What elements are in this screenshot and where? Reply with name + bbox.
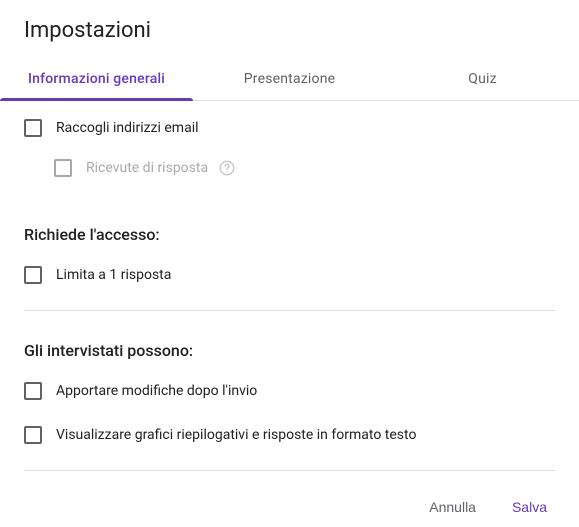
row-response-receipts: Ricevute di risposta <box>24 145 555 195</box>
footer: Annulla Salva <box>0 471 579 521</box>
row-collect-email: Raccogli indirizzi email <box>24 101 555 145</box>
checkbox-response-receipts <box>54 159 72 177</box>
label-response-receipts: Ricevute di risposta <box>86 160 208 176</box>
heading-requires-signin: Richiede l'accesso: <box>24 195 555 248</box>
row-edit-after: Apportare modifiche dopo l'invio <box>24 364 555 408</box>
label-see-summary: Visualizzare grafici riepilogativi e ris… <box>56 427 416 443</box>
heading-respondents-can: Gli intervistati possono: <box>24 311 555 364</box>
tab-presentation[interactable]: Presentazione <box>193 57 386 100</box>
tab-quiz[interactable]: Quiz <box>386 57 579 100</box>
tabs: Informazioni generali Presentazione Quiz <box>0 57 579 101</box>
settings-content: Raccogli indirizzi email Ricevute di ris… <box>0 101 579 471</box>
row-limit-one: Limita a 1 risposta <box>24 248 555 292</box>
dialog-title: Impostazioni <box>0 0 579 57</box>
label-edit-after: Apportare modifiche dopo l'invio <box>56 383 257 399</box>
help-icon[interactable] <box>218 159 236 177</box>
label-limit-one: Limita a 1 risposta <box>56 267 171 283</box>
checkbox-collect-email[interactable] <box>24 119 42 137</box>
tab-general[interactable]: Informazioni generali <box>0 57 193 100</box>
cancel-button[interactable]: Annulla <box>421 493 484 521</box>
save-button[interactable]: Salva <box>504 493 555 521</box>
checkbox-limit-one[interactable] <box>24 266 42 284</box>
checkbox-edit-after[interactable] <box>24 382 42 400</box>
label-collect-email: Raccogli indirizzi email <box>56 120 199 136</box>
row-see-summary: Visualizzare grafici riepilogativi e ris… <box>24 408 555 452</box>
checkbox-see-summary[interactable] <box>24 426 42 444</box>
